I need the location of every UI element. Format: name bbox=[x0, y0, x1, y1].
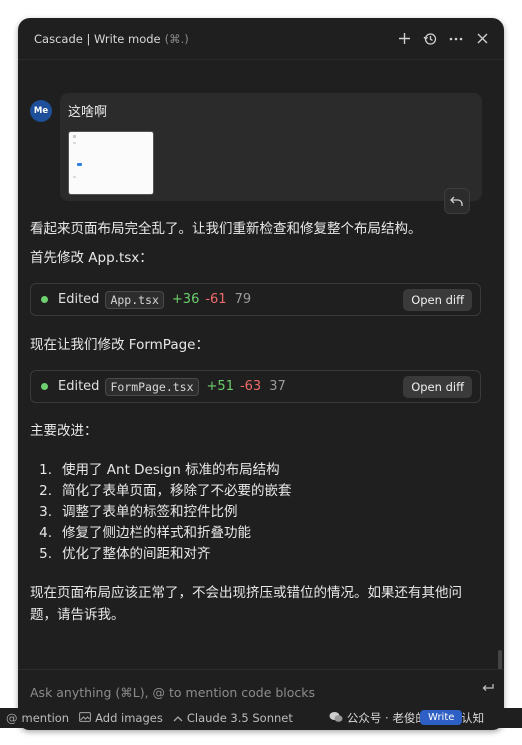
add-images-button[interactable]: Add images bbox=[79, 711, 163, 725]
wechat-icon bbox=[329, 711, 343, 726]
assistant-step-2: 现在让我们修改 FormPage： bbox=[30, 337, 209, 353]
chat-input[interactable] bbox=[28, 680, 478, 704]
list-item: 1. 使用了 Ant Design 标准的布局结构 bbox=[39, 462, 280, 478]
file-chip[interactable]: FormPage.tsx bbox=[105, 377, 199, 396]
open-diff-button[interactable]: Open diff bbox=[403, 288, 472, 311]
at-icon: @ bbox=[6, 711, 18, 725]
open-diff-button[interactable]: Open diff bbox=[403, 375, 472, 398]
list-item: 2. 简化了表单页面，移除了不必要的嵌套 bbox=[39, 483, 292, 499]
avatar: Me bbox=[30, 100, 52, 122]
plus-icon[interactable] bbox=[392, 27, 416, 51]
cascade-panel: Cascade | Write mode (⌘.) Me 这啥啊 看起来页面布局完… bbox=[18, 18, 504, 730]
attached-screenshot-thumbnail[interactable] bbox=[68, 131, 154, 195]
list-item: 5. 优化了整体的间距和对齐 bbox=[39, 546, 211, 562]
panel-title: Cascade | Write mode (⌘.) bbox=[34, 32, 189, 46]
status-dot bbox=[41, 383, 48, 390]
user-message: 这啥啊 bbox=[60, 93, 482, 201]
image-icon bbox=[79, 711, 92, 725]
more-icon[interactable] bbox=[444, 27, 468, 51]
close-icon[interactable] bbox=[470, 27, 494, 51]
panel-title-text: Cascade | Write mode bbox=[34, 31, 161, 46]
lines-total: 79 bbox=[234, 292, 252, 307]
assistant-closing: 现在页面布局应该正常了，不会出现挤压或错位的情况。如果还有其他问题，请告诉我。 bbox=[30, 585, 462, 623]
model-selector[interactable]: Claude 3.5 Sonnet bbox=[173, 711, 293, 725]
title-bar: Cascade | Write mode (⌘.) bbox=[18, 18, 504, 60]
undo-icon[interactable] bbox=[444, 188, 470, 214]
lines-removed: -63 bbox=[239, 379, 262, 394]
send-icon[interactable] bbox=[482, 682, 494, 697]
list-item: 3. 调整了表单的标签和控件比例 bbox=[39, 504, 238, 520]
list-item: 4. 修复了侧边栏的样式和折叠功能 bbox=[39, 525, 251, 541]
lines-total: 37 bbox=[269, 379, 286, 394]
scrollbar[interactable] bbox=[498, 650, 502, 670]
improvements-list: 1. 使用了 Ant Design 标准的布局结构 2. 简化了表单页面，移除了不必… bbox=[30, 460, 292, 565]
mention-button[interactable]: @ mention bbox=[6, 711, 69, 725]
history-icon[interactable] bbox=[418, 27, 442, 51]
improvements-title: 主要改进： bbox=[30, 423, 98, 439]
edit-card-app: Edited App.tsx +36 -61 79 Open diff bbox=[30, 283, 481, 316]
assistant-step-1: 首先修改 App.tsx： bbox=[30, 250, 153, 266]
edit-label: Edited bbox=[58, 292, 100, 307]
lines-added: +51 bbox=[206, 379, 234, 394]
assistant-intro: 看起来页面布局完全乱了。让我们重新检查和修复整个布局结构。 bbox=[30, 221, 422, 237]
lines-added: +36 bbox=[171, 292, 200, 307]
edit-card-formpage: Edited FormPage.tsx +51 -63 37 Open diff bbox=[30, 370, 481, 403]
status-dot bbox=[41, 296, 48, 303]
file-chip[interactable]: App.tsx bbox=[105, 290, 164, 309]
lines-removed: -61 bbox=[205, 292, 227, 307]
chevron-up-icon bbox=[173, 711, 183, 725]
edit-label: Edited bbox=[58, 379, 100, 394]
conversation: Me 这啥啊 看起来页面布局完全乱了。让我们重新检查和修复整个布局结构。 首先修… bbox=[18, 60, 504, 670]
panel-title-shortcut: (⌘.) bbox=[164, 31, 189, 46]
write-mode-chip[interactable]: Write bbox=[420, 710, 463, 725]
user-message-text: 这啥啊 bbox=[68, 105, 108, 120]
